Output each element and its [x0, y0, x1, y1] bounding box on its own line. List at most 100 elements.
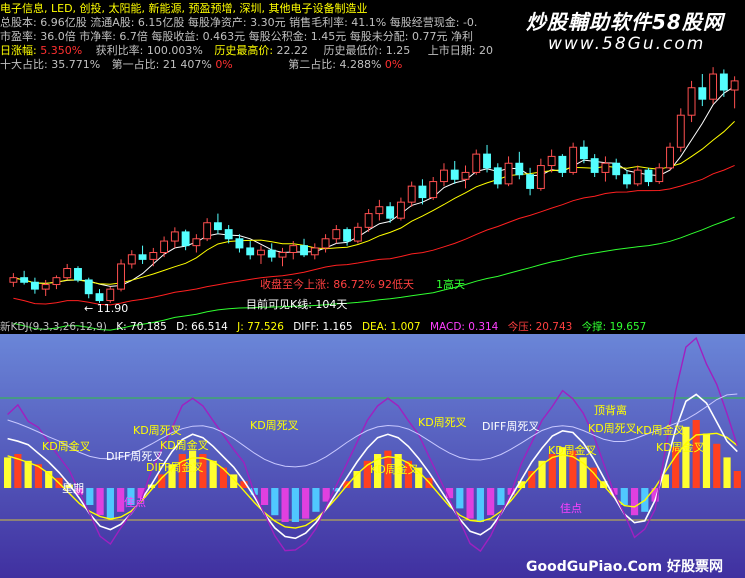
- candle-body: [127, 254, 136, 265]
- candle-body: [52, 277, 61, 286]
- candle-body: [267, 249, 276, 258]
- candle-body: [235, 238, 244, 249]
- candle-body: [623, 174, 631, 185]
- candle-body: [41, 284, 50, 290]
- histogram-bar: [723, 457, 731, 488]
- candle-body: [364, 213, 373, 228]
- second-holder-ratio: 第二占比: 4.288%: [288, 58, 382, 71]
- list-date: 上市日期: 20: [427, 44, 493, 57]
- candle-body: [289, 245, 298, 254]
- signal-label: KD周金叉: [42, 440, 91, 453]
- candle-body: [429, 181, 438, 199]
- top10-ratio: 十大占比: 35.771%: [0, 58, 101, 71]
- candle-body: [224, 229, 233, 240]
- d-value: D: 66.514: [176, 321, 228, 333]
- candle-body: [558, 155, 567, 173]
- histogram-bar: [733, 471, 741, 488]
- candle-body: [95, 293, 104, 302]
- candle-body: [666, 146, 674, 169]
- fundamentals-row-4: 十大占比: 35.771% 第一占比: 21 407% 0% 第二占比: 4.2…: [0, 58, 402, 71]
- candle-body: [300, 245, 308, 256]
- candle-body: [493, 167, 502, 185]
- candle-body: [396, 201, 405, 219]
- chart-window: 电子信息, LED, 创投, 太阳能, 新能源, 预盈预增, 深圳, 其他电子设…: [0, 0, 745, 578]
- candle-body: [30, 281, 39, 290]
- histogram-bar: [312, 488, 320, 512]
- candle-body: [687, 87, 696, 116]
- candle-body: [644, 169, 653, 183]
- histogram-bar: [86, 488, 94, 505]
- candle-body: [343, 229, 352, 242]
- first-holder-pct: 0%: [215, 58, 233, 71]
- candle-body: [579, 146, 588, 160]
- signal-label: KD周金叉: [370, 463, 419, 476]
- signal-label: 顶背离: [594, 404, 627, 417]
- candle-body: [709, 73, 718, 100]
- histogram-bar: [692, 420, 700, 488]
- candle-body: [192, 238, 201, 247]
- candle-body: [246, 247, 255, 256]
- signal-label: KD周金叉: [636, 424, 685, 437]
- histogram-bar: [466, 488, 474, 519]
- candle-body: [719, 73, 728, 91]
- k-value: K: 70.185: [116, 321, 167, 333]
- hist-high-value: 22.22: [276, 44, 309, 57]
- candle-body: [407, 185, 416, 203]
- candle-body: [483, 153, 491, 169]
- candle-body: [63, 268, 72, 279]
- sector-tags: 电子信息, LED, 创投, 太阳能, 新能源, 预盈预增, 深圳, 其他电子设…: [0, 2, 368, 15]
- candle-body: [655, 167, 664, 183]
- candle-body: [504, 162, 513, 185]
- candle-body: [321, 238, 330, 249]
- histogram-bar: [281, 488, 289, 522]
- histogram-bar: [302, 488, 310, 519]
- histogram-bar: [476, 488, 484, 522]
- candle-body: [213, 222, 222, 231]
- candle-body: [117, 263, 125, 290]
- candle-body: [590, 158, 599, 173]
- histogram-bar: [713, 443, 721, 488]
- signal-label: DIFF周死叉: [482, 420, 540, 433]
- watermark-title: 炒股輔助软件58股网: [526, 10, 724, 34]
- hist-high-label: 历史最高价:: [214, 44, 274, 57]
- candle-body: [20, 277, 29, 283]
- candle-body: [278, 252, 287, 258]
- candle-body: [332, 229, 341, 240]
- signal-label: 佳点: [124, 496, 146, 509]
- histogram-bar: [271, 488, 279, 516]
- candle-body: [698, 87, 707, 100]
- candle-body: [526, 174, 535, 189]
- candle-body: [676, 114, 685, 148]
- candle-body: [74, 268, 82, 281]
- candle-body: [310, 247, 319, 256]
- histogram-bar: [291, 488, 299, 522]
- signal-label: KD周金叉: [656, 441, 705, 454]
- histogram-bar: [260, 488, 269, 505]
- candle-body: [106, 288, 115, 302]
- signal-label: KD周死叉: [418, 416, 467, 429]
- watermark-bottom: GoodGuPiao.Com 好股票网: [526, 559, 724, 575]
- signal-label: 佳点: [560, 502, 582, 515]
- histogram-bar: [4, 457, 12, 488]
- candle-body: [149, 252, 158, 260]
- profit-ratio: 获利比率: 100.003%: [95, 44, 203, 57]
- candle-body: [536, 165, 545, 189]
- signal-label: DIFF周金叉: [146, 461, 204, 474]
- candle-body: [160, 240, 169, 254]
- pressure-value: 今压: 20.743: [507, 321, 573, 333]
- fundamentals-row-2: 市盈率: 36.0倍 市净率: 6.7倍 每股收益: 0.463元 每股公积金:…: [0, 30, 473, 43]
- candle-body: [515, 162, 524, 176]
- histogram-bar: [497, 488, 505, 505]
- histogram-bar: [24, 460, 32, 488]
- watermark-url: www.58Gu.com: [548, 34, 706, 54]
- rise-since-label: 收盘至今上涨: 86.72%: [260, 278, 376, 291]
- low-price-label: ← 11.90: [84, 302, 129, 315]
- candle-body: [257, 249, 265, 256]
- day-change-value: 5.350%: [40, 44, 83, 57]
- candle-body: [601, 162, 610, 173]
- high-days-label: 1高天: [436, 278, 465, 291]
- macd-value: MACD: 0.314: [429, 321, 499, 333]
- histogram-bar: [322, 488, 330, 502]
- candle-body: [547, 155, 556, 167]
- hist-low: 历史最低价: 1.25: [323, 44, 411, 57]
